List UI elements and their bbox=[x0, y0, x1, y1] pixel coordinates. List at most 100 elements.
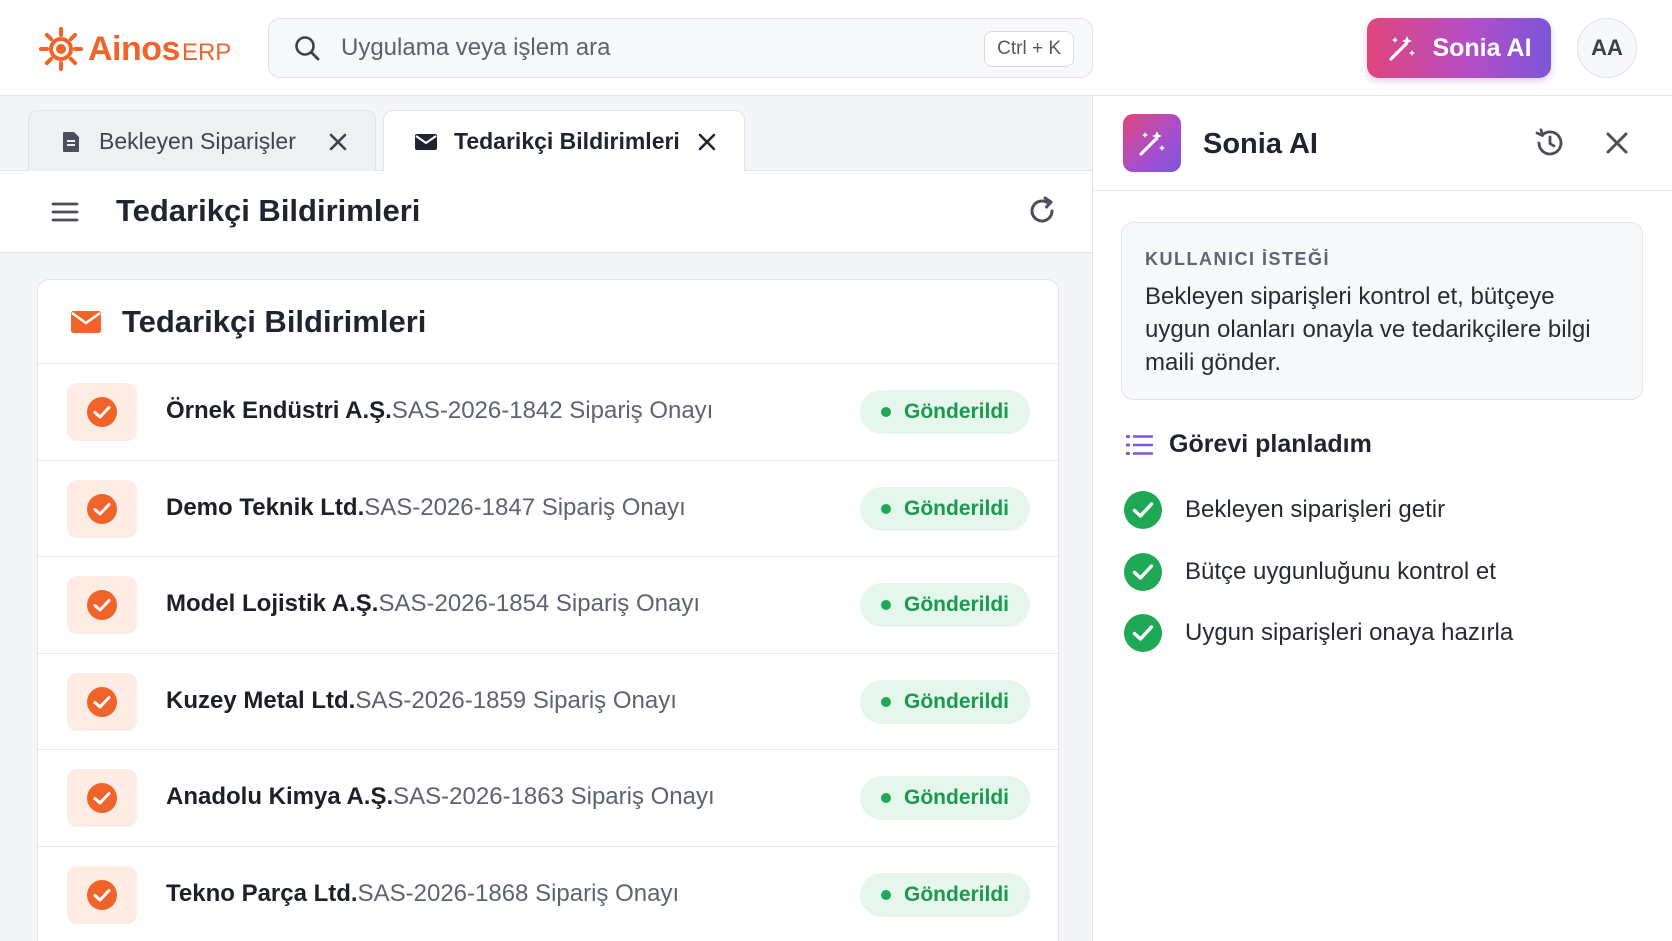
close-tab-icon[interactable] bbox=[696, 131, 718, 153]
sonia-ai-label: Sonia AI bbox=[1432, 33, 1532, 62]
order-ref: SAS-2026-1868 Sipariş Onayı bbox=[357, 879, 680, 907]
row-text: Örnek Endüstri A.Ş.SAS-2026-1842 Sipariş… bbox=[166, 397, 713, 425]
notifications-card: Tedarikçi Bildirimleri Örnek Endüstri A.… bbox=[37, 279, 1059, 941]
check-circle-icon bbox=[87, 493, 117, 524]
request-text: Bekleyen siparişleri kontrol et, bütçeye… bbox=[1145, 283, 1591, 376]
document-icon bbox=[63, 131, 79, 152]
card-title: Tedarikçi Bildirimleri bbox=[122, 303, 427, 339]
magic-wand-icon bbox=[1389, 36, 1416, 61]
plan-step: Bütçe uygunluğunu kontrol et bbox=[1123, 552, 1496, 592]
logo-sub: ERP bbox=[181, 39, 232, 66]
close-tab-icon[interactable] bbox=[327, 131, 349, 153]
status-badge: Gönderildi bbox=[860, 679, 1030, 724]
order-ref: SAS-2026-1842 Sipariş Onayı bbox=[391, 397, 714, 424]
supplier-name: Kuzey Metal Ltd. bbox=[166, 686, 356, 714]
tab-label: Bekleyen Siparişler bbox=[99, 128, 296, 154]
check-icon-wrap bbox=[67, 576, 137, 634]
status-dot bbox=[881, 889, 891, 900]
notification-row[interactable]: Model Lojistik A.Ş.SAS-2026-1854 Sipariş… bbox=[38, 557, 1058, 654]
magic-wand-icon bbox=[1139, 131, 1165, 156]
status-label: Gönderildi bbox=[904, 496, 1009, 520]
row-text: Anadolu Kimya A.Ş.SAS-2026-1863 Sipariş … bbox=[166, 783, 715, 811]
notification-row[interactable]: Demo Teknik Ltd.SAS-2026-1847 Sipariş On… bbox=[38, 461, 1058, 557]
status-badge: Gönderildi bbox=[860, 583, 1030, 627]
search-icon bbox=[295, 36, 320, 61]
step-label: Bütçe uygunluğunu kontrol et bbox=[1185, 558, 1496, 585]
order-ref: SAS-2026-1847 Sipariş Onayı bbox=[364, 493, 686, 521]
order-ref: SAS-2026-1863 Sipariş Onayı bbox=[393, 783, 715, 810]
status-label: Gönderildi bbox=[904, 593, 1009, 616]
order-ref: SAS-2026-1859 Sipariş Onayı bbox=[355, 686, 677, 714]
supplier-name: Anadolu Kimya A.Ş. bbox=[166, 783, 394, 810]
check-circle-icon bbox=[87, 590, 117, 620]
check-circle-icon bbox=[87, 397, 117, 427]
status-dot bbox=[881, 503, 891, 514]
check-icon-wrap bbox=[67, 769, 137, 827]
row-text: Demo Teknik Ltd.SAS-2026-1847 Sipariş On… bbox=[166, 494, 686, 522]
check-icon-wrap bbox=[67, 865, 137, 924]
check-icon-wrap bbox=[67, 479, 137, 538]
mail-icon bbox=[71, 310, 101, 333]
check-circle-icon bbox=[87, 783, 117, 813]
task-list-icon bbox=[1126, 434, 1153, 455]
close-icon[interactable] bbox=[1603, 129, 1631, 157]
tab-tedarikci-bildirimleri[interactable]: Tedarikçi Bildirimleri bbox=[383, 110, 745, 172]
status-badge: Gönderildi bbox=[860, 872, 1030, 917]
top-bar: Ainos ERP Ctrl + K Sonia AI AA bbox=[0, 0, 1672, 96]
check-circle-icon bbox=[1124, 553, 1162, 591]
supplier-name: Tekno Parça Ltd. bbox=[166, 879, 358, 907]
row-text: Tekno Parça Ltd.SAS-2026-1868 Sipariş On… bbox=[166, 880, 679, 908]
check-circle-icon bbox=[1124, 491, 1162, 529]
status-label: Gönderildi bbox=[904, 882, 1009, 906]
sonia-ai-button[interactable]: Sonia AI bbox=[1367, 18, 1551, 78]
status-dot bbox=[881, 696, 891, 707]
row-text: Model Lojistik A.Ş.SAS-2026-1854 Sipariş… bbox=[166, 590, 700, 618]
plan-header: Görevi planladım bbox=[1125, 430, 1372, 459]
refresh-icon[interactable] bbox=[1026, 195, 1058, 227]
notification-row[interactable]: Kuzey Metal Ltd.SAS-2026-1859 Sipariş On… bbox=[38, 654, 1058, 750]
mail-icon bbox=[415, 133, 437, 150]
step-label: Uygun siparişleri onaya hazırla bbox=[1185, 619, 1514, 646]
app-logo[interactable]: Ainos ERP bbox=[38, 26, 231, 72]
status-dot bbox=[881, 793, 891, 803]
status-label: Gönderildi bbox=[904, 689, 1009, 713]
status-badge: Gönderildi bbox=[860, 486, 1030, 531]
notification-row[interactable]: Tekno Parça Ltd.SAS-2026-1868 Sipariş On… bbox=[38, 847, 1058, 941]
ai-avatar bbox=[1123, 114, 1181, 172]
supplier-name: Demo Teknik Ltd. bbox=[166, 493, 365, 521]
panel-header: Sonia AI bbox=[1093, 96, 1672, 191]
notification-row[interactable]: Anadolu Kimya A.Ş.SAS-2026-1863 Sipariş … bbox=[38, 750, 1058, 847]
plan-step: Bekleyen siparişleri getir bbox=[1123, 490, 1445, 530]
tab-label: Tedarikçi Bildirimleri bbox=[454, 128, 680, 154]
check-circle-icon bbox=[87, 686, 117, 717]
step-label: Bekleyen siparişleri getir bbox=[1185, 496, 1446, 523]
tab-bekleyen-siparisler[interactable]: Bekleyen Siparişler bbox=[28, 110, 376, 172]
menu-icon[interactable] bbox=[50, 198, 80, 226]
status-badge: Gönderildi bbox=[860, 776, 1030, 820]
status-badge: Gönderildi bbox=[860, 390, 1030, 434]
page-header: Tedarikçi Bildirimleri bbox=[0, 171, 1092, 253]
panel-title: Sonia AI bbox=[1203, 128, 1318, 160]
status-label: Gönderildi bbox=[904, 400, 1009, 423]
user-avatar[interactable]: AA bbox=[1577, 18, 1637, 78]
tab-bar: Bekleyen Siparişler Tedarikçi Bildirimle… bbox=[0, 96, 1092, 172]
check-circle-icon bbox=[87, 879, 117, 910]
history-icon[interactable] bbox=[1533, 126, 1567, 160]
order-ref: SAS-2026-1854 Sipariş Onayı bbox=[378, 590, 700, 617]
status-dot bbox=[881, 600, 891, 610]
shortcut-hint: Ctrl + K bbox=[984, 31, 1074, 67]
card-header: Tedarikçi Bildirimleri bbox=[38, 280, 1058, 364]
logo-text: Ainos bbox=[88, 29, 180, 68]
sonia-ai-panel: Sonia AI KULLANICI İSTEĞİ Bekleyen sipar… bbox=[1092, 96, 1672, 941]
status-dot bbox=[881, 407, 891, 417]
notification-row[interactable]: Örnek Endüstri A.Ş.SAS-2026-1842 Sipariş… bbox=[38, 364, 1058, 461]
row-text: Kuzey Metal Ltd.SAS-2026-1859 Sipariş On… bbox=[166, 687, 677, 715]
plan-step: Uygun siparişleri onaya hazırla bbox=[1123, 613, 1513, 653]
page-title: Tedarikçi Bildirimleri bbox=[116, 193, 421, 228]
search-input[interactable] bbox=[341, 34, 941, 62]
plan-title: Görevi planladım bbox=[1169, 430, 1372, 458]
check-icon-wrap bbox=[67, 672, 137, 731]
status-label: Gönderildi bbox=[904, 786, 1009, 809]
search-bar[interactable]: Ctrl + K bbox=[268, 18, 1093, 78]
logo-gear-icon bbox=[39, 27, 83, 71]
